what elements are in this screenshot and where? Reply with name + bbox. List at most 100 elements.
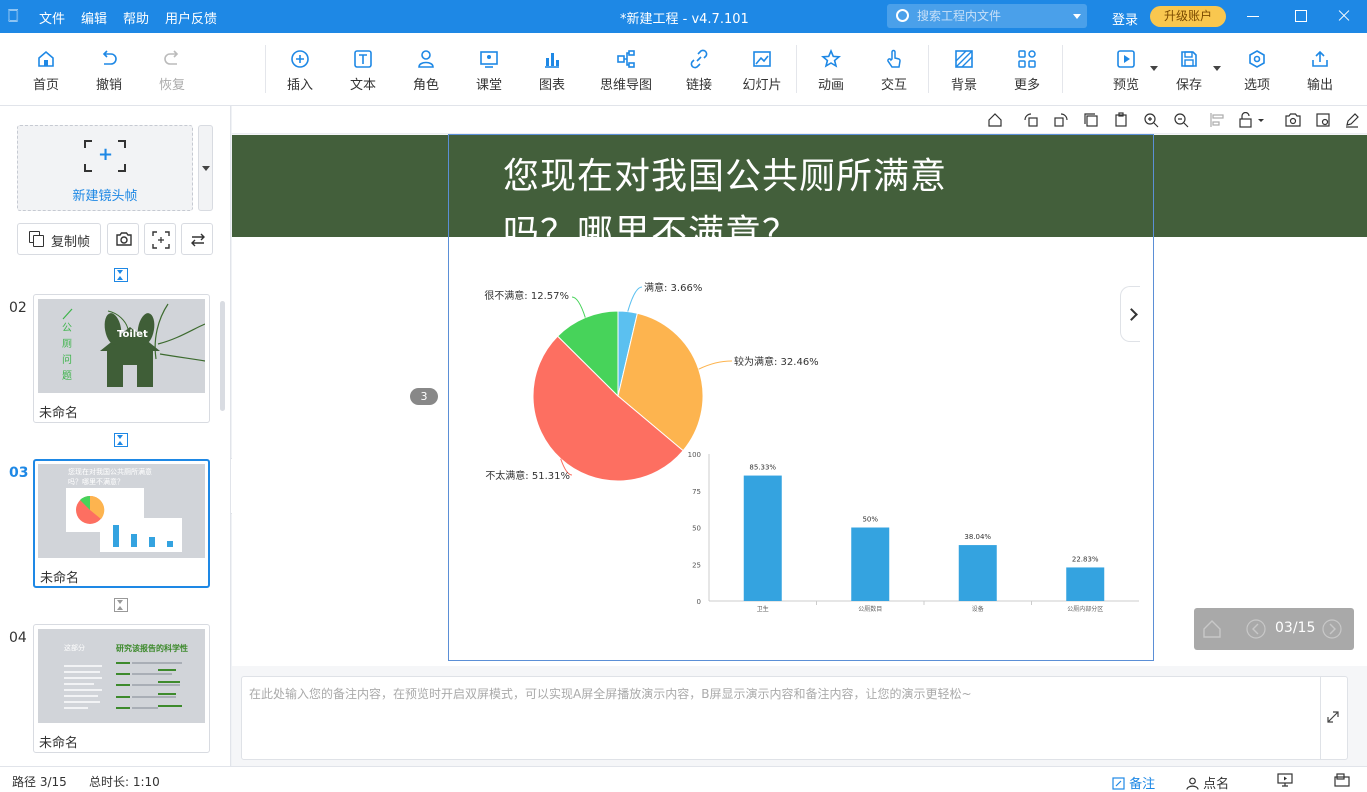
home-label: 首页 — [32, 78, 59, 93]
fit-frame-button[interactable] — [144, 223, 176, 255]
slide-panel-scrollbar[interactable] — [220, 301, 225, 411]
preview-button[interactable]: 预览 — [1096, 33, 1158, 106]
transition-hourglass-icon[interactable] — [114, 598, 128, 612]
new-frame-dropdown[interactable] — [198, 125, 213, 211]
presenter-screen-icon[interactable] — [1277, 773, 1293, 787]
more-button[interactable]: 更多 — [997, 33, 1057, 106]
frame-pager: 03/15 — [1194, 608, 1354, 650]
menu-file[interactable]: 文件 — [39, 8, 65, 27]
slide-preview: 这部分 研究该报告的科学性 — [38, 629, 205, 723]
notes-input[interactable]: 在此处输入您的备注内容，在预览时开启双屏模式，可以实现A屏全屏播放演示内容，B屏… — [241, 676, 1348, 760]
slide-number: 02 — [9, 300, 27, 316]
mindmap-button[interactable]: 思维导图 — [596, 33, 656, 106]
edit-icon[interactable] — [1344, 112, 1360, 128]
settings-box-icon[interactable] — [1315, 112, 1331, 128]
zoom-in-icon[interactable] — [1143, 112, 1159, 128]
expand-right-panel-button[interactable] — [1120, 286, 1140, 342]
lock-dropdown-icon[interactable] — [1238, 112, 1266, 128]
zoom-out-icon[interactable] — [1173, 112, 1189, 128]
undo-button[interactable]: 撤销 — [79, 33, 139, 106]
insert-button[interactable]: 插入 — [270, 33, 330, 106]
link-button[interactable]: 链接 — [669, 33, 729, 106]
person-icon — [1186, 777, 1199, 790]
new-frame-button[interactable]: + 新建镜头帧 — [17, 125, 193, 211]
mindmap-label: 思维导图 — [599, 78, 652, 93]
transition-hourglass-icon[interactable] — [114, 268, 128, 282]
transition-button[interactable] — [181, 223, 213, 255]
class-button[interactable]: 课堂 — [459, 33, 519, 106]
pie-label-leader — [571, 296, 586, 318]
save-dropdown-icon[interactable] — [1213, 66, 1221, 71]
background-button[interactable]: 背景 — [934, 33, 994, 106]
thumb-text-lines — [64, 662, 182, 709]
x-tick-label: 公厕数目 — [858, 605, 882, 613]
menu-help[interactable]: 帮助 — [123, 8, 149, 27]
rotate-right-icon[interactable] — [1053, 112, 1069, 128]
frame-number-badge[interactable]: 3 — [410, 388, 438, 405]
snapshot-button[interactable] — [107, 223, 139, 255]
note-edit-icon — [1112, 777, 1125, 790]
insert-label: 插入 — [286, 78, 313, 93]
expand-icon[interactable] — [1327, 711, 1339, 723]
rotate-left-icon[interactable] — [1023, 112, 1039, 128]
frame-gap — [446, 271, 452, 501]
background-label: 背景 — [950, 78, 977, 93]
fit-screen-icon — [152, 231, 170, 249]
redo-button[interactable]: 恢复 — [142, 33, 202, 106]
close-icon[interactable] — [1336, 8, 1352, 24]
home-button[interactable]: 首页 — [16, 33, 76, 106]
undo-icon — [102, 50, 117, 65]
animation-button[interactable]: 动画 — [801, 33, 861, 106]
slide-thumbnail-02[interactable]: Toilet 公 厕 问 题 未命名 — [33, 294, 210, 423]
copy-element-icon[interactable] — [1083, 112, 1099, 128]
minimize-icon[interactable] — [1245, 8, 1261, 24]
thumb-text: 公 — [62, 323, 72, 334]
preview-label: 预览 — [1112, 78, 1139, 93]
paste-icon[interactable] — [1113, 112, 1129, 128]
swap-icon — [191, 233, 205, 247]
notes-toggle-button[interactable]: 备注 — [1112, 773, 1155, 792]
text-button[interactable]: 文本 — [333, 33, 393, 106]
prev-page-icon[interactable] — [1246, 619, 1266, 639]
login-link[interactable]: 登录 — [1112, 9, 1138, 28]
search-input[interactable]: 搜索工程内文件 — [887, 4, 1087, 28]
slide-title[interactable]: 您现在对我国公共厕所满意 — [503, 147, 947, 199]
person-icon — [418, 50, 434, 68]
preview-dropdown-icon[interactable] — [1150, 66, 1158, 71]
next-page-icon[interactable] — [1322, 619, 1342, 639]
home-view-icon[interactable] — [987, 112, 1003, 128]
hand-pointer-icon — [887, 49, 901, 68]
screenshot-icon[interactable] — [1285, 112, 1301, 128]
canvas-toolbar — [232, 106, 1367, 134]
slide-button[interactable]: 幻灯片 — [732, 33, 792, 106]
upgrade-button[interactable]: 升级账户 — [1150, 6, 1226, 27]
align-icon[interactable] — [1209, 112, 1225, 128]
slide-thumbnail-04[interactable]: 这部分 研究该报告的科学性 未命名 — [33, 624, 210, 753]
options-button[interactable]: 选项 — [1227, 33, 1287, 106]
role-button[interactable]: 角色 — [396, 33, 456, 106]
save-label: 保存 — [1175, 78, 1202, 93]
menu-feedback[interactable]: 用户反馈 — [165, 8, 217, 27]
home-icon[interactable] — [1202, 619, 1222, 639]
fullscreen-window-icon[interactable] — [1334, 773, 1350, 787]
rollcall-button[interactable]: 点名 — [1186, 773, 1229, 792]
copy-frame-button[interactable]: 复制帧 — [17, 223, 101, 255]
settings-hex-icon — [1249, 50, 1265, 68]
export-button[interactable]: 输出 — [1290, 33, 1350, 106]
transition-hourglass-icon[interactable] — [114, 433, 128, 447]
interact-button[interactable]: 交互 — [864, 33, 924, 106]
slide-title[interactable]: 吗？哪里不满意？ — [503, 204, 799, 256]
bar-chart[interactable]: 0 25 50 75 100 85.33% 卫生 50% 公厕数目 38.04% 设备 22.83% 公… — [677, 450, 1147, 620]
menu-edit[interactable]: 编辑 — [81, 8, 107, 27]
chart-button[interactable]: 图表 — [522, 33, 582, 106]
insert-icon — [291, 50, 309, 68]
slide-stage[interactable]: 您现在对我国公共厕所满意 吗？哪里不满意？ 满意: 3.66% 较为满意: 32.… — [232, 134, 1367, 666]
save-button[interactable]: 保存 — [1159, 33, 1221, 106]
slide-thumbnail-03[interactable]: 您现在对我国公共厕所满意 吗？哪里不满意？ 未命名 — [33, 459, 210, 588]
search-dropdown-icon[interactable] — [1073, 14, 1081, 19]
toolbar-divider — [928, 45, 929, 93]
toolbar-divider — [796, 45, 797, 93]
maximize-icon[interactable] — [1293, 8, 1309, 24]
title-banner: 您现在对我国公共厕所满意 吗？哪里不满意？ — [232, 135, 1367, 254]
role-label: 角色 — [412, 78, 439, 93]
